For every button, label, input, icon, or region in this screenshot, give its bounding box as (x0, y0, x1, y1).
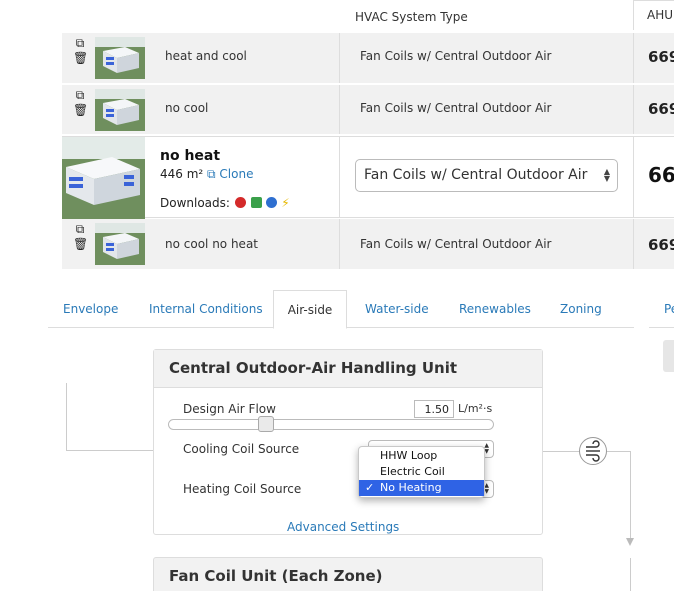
row-hvac: Fan Coils w/ Central Outdoor Air (360, 49, 552, 63)
heating-coil-dropdown[interactable]: HHW Loop Electric Coil ✓ No Heating (358, 446, 485, 498)
clone-link[interactable]: ⧉ Clone (207, 167, 253, 182)
tab-water-side[interactable]: Water-side (365, 302, 429, 316)
design-air-flow-input[interactable]: 1.50 (414, 400, 454, 418)
building-thumbnail[interactable] (95, 37, 145, 79)
design-air-flow-slider[interactable] (168, 419, 494, 430)
row-hvac: Fan Coils w/ Central Outdoor Air (360, 237, 552, 251)
row-name: no cool no heat (165, 237, 258, 251)
option-electric-coil[interactable]: Electric Coil (359, 464, 484, 480)
cooling-coil-label: Cooling Coil Source (183, 442, 300, 456)
advanced-settings-link[interactable]: Advanced Settings (287, 520, 399, 534)
row-hvac: Fan Coils w/ Central Outdoor Air (360, 101, 552, 115)
panel2-title: Fan Coil Unit (Each Zone) (169, 567, 383, 585)
hvac-system-select[interactable]: Fan Coils w/ Central Outdoor Air ▲ ▼ (355, 159, 618, 192)
trash-icon[interactable]: 🗑 (73, 237, 88, 252)
tab-envelope[interactable]: Envelope (63, 302, 118, 316)
panel-title: Central Outdoor-Air Handling Unit (154, 350, 542, 388)
downloads-label: Downloads: (160, 196, 230, 210)
openstudio-download-icon[interactable] (266, 197, 278, 208)
tab-cut-off[interactable]: Pe (664, 302, 674, 316)
row-name: no cool (165, 101, 209, 115)
lightning-download-icon[interactable]: ⚡ (281, 196, 289, 210)
table-row[interactable]: ⧉ 🗑 no cool no heat Fan Coils w/ Central… (62, 219, 674, 270)
copy-icon[interactable]: ⧉ (73, 222, 87, 237)
select-arrows-icon: ▲ ▼ (484, 482, 489, 495)
table-row[interactable]: ⧉ 🗑 heat and cool Fan Coils w/ Central O… (62, 33, 674, 84)
tab-renewables[interactable]: Renewables (459, 302, 531, 316)
building-name[interactable]: no heat (160, 148, 220, 164)
expanded-ahu-value: 66 (648, 163, 674, 187)
clone-label: Clone (219, 167, 254, 181)
side-button[interactable] (663, 340, 674, 372)
tab-air-side[interactable]: Air-side (273, 290, 347, 329)
table-row[interactable]: ⧉ 🗑 no cool Fan Coils w/ Central Outdoor… (62, 85, 674, 135)
copy-icon[interactable]: ⧉ (73, 36, 87, 51)
fan-coil-panel: Fan Coil Unit (Each Zone) (153, 557, 543, 591)
tab-internal-conditions[interactable]: Internal Conditions (149, 302, 263, 316)
hvac-column-header: HVAC System Type (355, 10, 468, 24)
check-icon: ✓ (365, 481, 375, 494)
building-thumbnail-large[interactable] (62, 137, 145, 219)
trash-icon[interactable]: 🗑 (73, 103, 88, 118)
building-thumbnail[interactable] (95, 89, 145, 131)
option-label: No Heating (380, 481, 442, 494)
select-arrows-icon: ▲ ▼ (603, 167, 610, 183)
section-tabs: Envelope Internal Conditions Air-side Wa… (48, 290, 634, 329)
energyplus-download-icon[interactable] (234, 197, 246, 208)
excel-download-icon[interactable] (250, 197, 262, 208)
slider-handle[interactable] (258, 416, 274, 432)
design-air-flow-label: Design Air Flow (183, 402, 276, 416)
trash-icon[interactable]: 🗑 (73, 51, 88, 66)
select-arrows-icon: ▲ ▼ (484, 442, 489, 455)
building-area: 446 m² (160, 167, 204, 181)
building-thumbnail[interactable] (95, 223, 145, 265)
ahu-column-header: AHU (633, 0, 674, 30)
clone-icon: ⧉ (207, 167, 216, 181)
row-ahu-value: 669 (648, 48, 674, 66)
option-no-heating[interactable]: ✓ No Heating (359, 480, 484, 496)
row-ahu-value: 669 (648, 100, 674, 118)
flow-arrow-icon (626, 538, 634, 546)
row-ahu-value: 669 (648, 236, 674, 254)
tab-zoning[interactable]: Zoning (560, 302, 602, 316)
copy-icon[interactable]: ⧉ (73, 88, 87, 103)
downloads: Downloads: ⚡ (160, 196, 290, 210)
fan-icon[interactable] (579, 437, 607, 465)
hvac-select-value: Fan Coils w/ Central Outdoor Air (364, 167, 588, 183)
option-hhw-loop[interactable]: HHW Loop (359, 448, 484, 464)
row-name: heat and cool (165, 49, 247, 63)
design-air-flow-unit: L/m²·s (458, 402, 493, 415)
heating-coil-label: Heating Coil Source (183, 482, 302, 496)
